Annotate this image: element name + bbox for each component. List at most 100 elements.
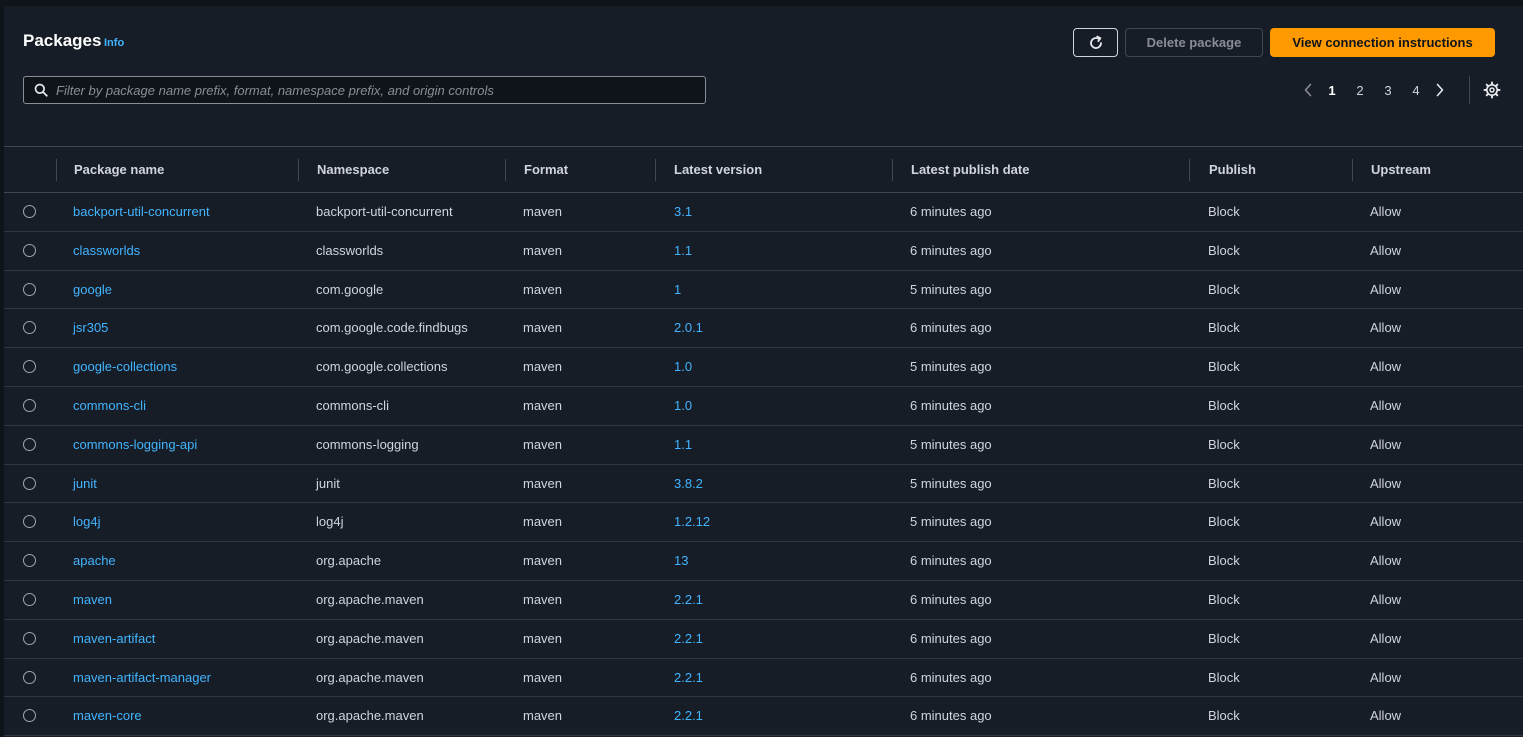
latest-version-link[interactable]: 2.0.1 bbox=[674, 309, 703, 347]
latest-version-link[interactable]: 2.2.1 bbox=[674, 620, 703, 658]
page-2-button[interactable]: 2 bbox=[1346, 83, 1374, 98]
latest-version-link[interactable]: 1 bbox=[674, 271, 681, 309]
package-name-link[interactable]: google-collections bbox=[73, 348, 177, 386]
table-row: google com.google maven 1 5 minutes ago … bbox=[4, 271, 1523, 310]
table-row: jsr305 com.google.code.findbugs maven 2.… bbox=[4, 309, 1523, 349]
refresh-button[interactable] bbox=[1073, 28, 1118, 57]
refresh-icon bbox=[1089, 35, 1102, 49]
row-select-radio[interactable] bbox=[23, 592, 36, 606]
latest-version-link[interactable]: 2.2.1 bbox=[674, 659, 703, 697]
publish-date-cell: 5 minutes ago bbox=[910, 514, 992, 530]
row-select-radio[interactable] bbox=[23, 554, 36, 568]
latest-version-link[interactable]: 13 bbox=[674, 542, 688, 580]
latest-version-link[interactable]: 1.0 bbox=[674, 348, 692, 386]
package-name-link[interactable]: commons-logging-api bbox=[73, 426, 197, 464]
page-4-button[interactable]: 4 bbox=[1402, 83, 1430, 98]
format-cell: maven bbox=[523, 553, 563, 569]
package-name-link[interactable]: apache bbox=[73, 542, 116, 580]
table-row: classworlds classworlds maven 1.1 6 minu… bbox=[4, 232, 1523, 271]
package-name-link[interactable]: junit bbox=[73, 465, 97, 503]
latest-version-link[interactable]: 3.8.2 bbox=[674, 465, 703, 503]
search-input[interactable] bbox=[56, 82, 705, 98]
publish-control-cell: Block bbox=[1208, 320, 1240, 336]
format-cell: maven bbox=[523, 204, 563, 219]
upstream-control-cell: Allow bbox=[1370, 553, 1402, 569]
latest-version-link[interactable]: 2.2.1 bbox=[674, 581, 703, 619]
package-name-link[interactable]: maven bbox=[73, 581, 112, 619]
row-select-radio[interactable] bbox=[23, 437, 36, 451]
package-name-link[interactable]: maven-artifact-manager bbox=[73, 659, 211, 697]
packages-table: Package name Namespace Format Latest ver… bbox=[4, 146, 1523, 737]
upstream-control-cell: Allow bbox=[1370, 359, 1402, 375]
view-connection-instructions-button[interactable]: View connection instructions bbox=[1270, 28, 1495, 57]
namespace-cell: com.google bbox=[316, 281, 384, 297]
package-name-link[interactable]: backport-util-concurrent bbox=[73, 193, 210, 231]
upstream-control-cell: Allow bbox=[1370, 281, 1402, 297]
row-select-radio[interactable] bbox=[23, 360, 36, 374]
latest-version-link[interactable]: 1.0 bbox=[674, 387, 692, 425]
package-name-link[interactable]: maven-core bbox=[73, 697, 142, 735]
package-name-link[interactable]: jsr305 bbox=[73, 309, 108, 347]
row-select-radio[interactable] bbox=[23, 476, 36, 490]
upstream-control-cell: Allow bbox=[1370, 204, 1402, 219]
table-row: google-collections com.google.collection… bbox=[4, 348, 1523, 387]
publish-date-cell: 6 minutes ago bbox=[910, 630, 992, 646]
publish-control-cell: Block bbox=[1208, 397, 1240, 413]
latest-version-link[interactable]: 2.2.1 bbox=[674, 697, 703, 735]
publish-date-cell: 6 minutes ago bbox=[910, 708, 992, 724]
format-cell: maven bbox=[523, 708, 563, 724]
latest-version-link[interactable]: 1.1 bbox=[674, 426, 692, 464]
table-row: maven org.apache.maven maven 2.2.1 6 min… bbox=[4, 581, 1523, 620]
column-divider bbox=[505, 159, 506, 181]
column-header-latest-version[interactable]: Latest version bbox=[674, 147, 762, 192]
namespace-cell: org.apache bbox=[316, 553, 382, 569]
info-link[interactable]: Info bbox=[104, 37, 124, 49]
column-header-namespace[interactable]: Namespace bbox=[317, 147, 389, 192]
column-header-format[interactable]: Format bbox=[524, 147, 568, 192]
row-select-radio[interactable] bbox=[23, 282, 36, 296]
next-page-button[interactable] bbox=[1430, 78, 1450, 102]
package-name-link[interactable]: commons-cli bbox=[73, 387, 146, 425]
page-1-button[interactable]: 1 bbox=[1318, 83, 1346, 98]
delete-package-button[interactable]: Delete package bbox=[1125, 28, 1263, 57]
column-header-package-name[interactable]: Package name bbox=[74, 147, 164, 192]
format-cell: maven bbox=[523, 436, 563, 452]
latest-version-link[interactable]: 1.2.12 bbox=[674, 503, 710, 541]
latest-version-link[interactable]: 1.1 bbox=[674, 232, 692, 270]
row-select-radio[interactable] bbox=[23, 670, 36, 684]
gear-icon bbox=[1483, 81, 1501, 99]
search-icon bbox=[34, 83, 48, 97]
namespace-cell: com.google.collections bbox=[316, 359, 448, 375]
upstream-control-cell: Allow bbox=[1370, 514, 1402, 530]
row-select-radio[interactable] bbox=[23, 243, 36, 257]
package-name-link[interactable]: classworlds bbox=[73, 232, 140, 270]
table-row: log4j log4j maven 1.2.12 5 minutes ago B… bbox=[4, 503, 1523, 543]
row-select-radio[interactable] bbox=[23, 398, 36, 412]
column-header-upstream[interactable]: Upstream bbox=[1371, 147, 1431, 192]
publish-control-cell: Block bbox=[1208, 553, 1240, 569]
row-select-radio[interactable] bbox=[23, 205, 36, 218]
table-settings-button[interactable] bbox=[1483, 81, 1501, 99]
package-name-link[interactable]: maven-artifact bbox=[73, 620, 155, 658]
column-header-publish[interactable]: Publish bbox=[1209, 147, 1256, 192]
package-name-link[interactable]: log4j bbox=[73, 503, 100, 541]
row-select-radio[interactable] bbox=[23, 321, 36, 335]
page-3-button[interactable]: 3 bbox=[1374, 83, 1402, 98]
publish-control-cell: Block bbox=[1208, 204, 1240, 219]
publish-control-cell: Block bbox=[1208, 708, 1240, 724]
publish-date-cell: 6 minutes ago bbox=[910, 204, 992, 219]
package-name-link[interactable]: google bbox=[73, 271, 112, 309]
latest-version-link[interactable]: 3.1 bbox=[674, 193, 692, 231]
previous-page-button[interactable] bbox=[1298, 78, 1318, 102]
row-select-radio[interactable] bbox=[23, 631, 36, 645]
publish-control-cell: Block bbox=[1208, 436, 1240, 452]
namespace-cell: org.apache.maven bbox=[316, 630, 424, 646]
table-row: junit junit maven 3.8.2 5 minutes ago Bl… bbox=[4, 465, 1523, 504]
packages-panel: Packages Info Delete package View connec… bbox=[4, 6, 1523, 737]
row-select-radio[interactable] bbox=[23, 515, 36, 529]
publish-control-cell: Block bbox=[1208, 281, 1240, 297]
row-select-radio[interactable] bbox=[23, 709, 36, 723]
publish-date-cell: 5 minutes ago bbox=[910, 281, 992, 297]
namespace-cell: org.apache.maven bbox=[316, 669, 424, 685]
column-header-latest-publish-date[interactable]: Latest publish date bbox=[911, 147, 1029, 192]
